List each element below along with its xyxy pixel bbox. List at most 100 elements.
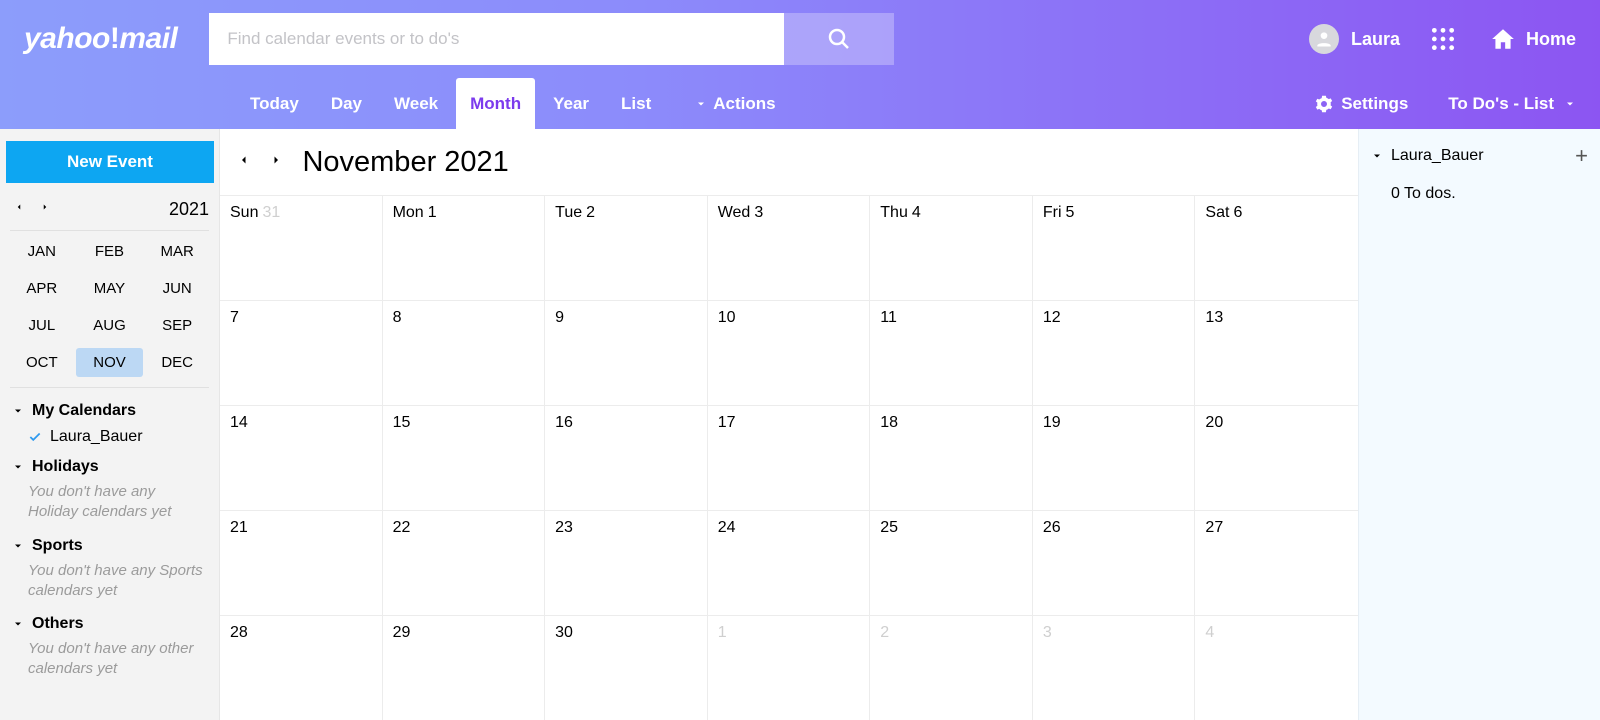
- todos-view-dropdown[interactable]: To Do's - List: [1448, 78, 1576, 129]
- tab-month-label: Month: [470, 94, 521, 114]
- day-cell[interactable]: 30: [545, 615, 708, 720]
- tab-week[interactable]: Week: [380, 78, 452, 129]
- day-cell[interactable]: 11: [870, 300, 1033, 405]
- day-cell[interactable]: Sun31: [220, 195, 383, 300]
- tab-day-label: Day: [331, 94, 362, 114]
- mini-month-aug[interactable]: AUG: [76, 311, 144, 340]
- home-label: Home: [1526, 29, 1576, 50]
- mini-month-sep[interactable]: SEP: [143, 311, 211, 340]
- tab-list[interactable]: List: [607, 78, 665, 129]
- day-cell[interactable]: 4: [1195, 615, 1358, 720]
- settings-button[interactable]: Settings: [1315, 78, 1408, 129]
- day-cell[interactable]: Tue2: [545, 195, 708, 300]
- search-input[interactable]: [209, 13, 784, 65]
- day-cell[interactable]: 9: [545, 300, 708, 405]
- next-month-button[interactable]: [262, 146, 290, 179]
- day-number: 5: [1066, 204, 1075, 221]
- day-cell[interactable]: 18: [870, 405, 1033, 510]
- mini-month-nov[interactable]: NOV: [76, 348, 144, 377]
- apps-grid-icon: [1430, 26, 1456, 52]
- home-button[interactable]: Home: [1490, 26, 1576, 52]
- weekday-label: Sat: [1205, 204, 1229, 221]
- day-cell[interactable]: 25: [870, 510, 1033, 615]
- day-cell[interactable]: 19: [1033, 405, 1196, 510]
- add-todo-button[interactable]: +: [1575, 145, 1588, 167]
- day-cell[interactable]: 1: [708, 615, 871, 720]
- day-cell[interactable]: 12: [1033, 300, 1196, 405]
- section-my-calendars[interactable]: My Calendars: [6, 394, 213, 424]
- chevron-left-icon: [238, 152, 250, 168]
- apps-button[interactable]: [1430, 26, 1456, 52]
- day-cell[interactable]: 14: [220, 405, 383, 510]
- day-cell[interactable]: 26: [1033, 510, 1196, 615]
- search-button[interactable]: [784, 13, 894, 65]
- section-sports[interactable]: Sports: [6, 529, 213, 559]
- home-icon: [1490, 26, 1516, 52]
- day-cell[interactable]: 28: [220, 615, 383, 720]
- calendar-grid: Sun31Mon1Tue2Wed3Thu4Fri5Sat678910111213…: [220, 195, 1358, 720]
- chevron-down-icon: [12, 618, 24, 630]
- brand-logo[interactable]: yahoo!mail: [24, 22, 177, 56]
- day-cell[interactable]: 23: [545, 510, 708, 615]
- mini-prev-button[interactable]: [10, 200, 28, 219]
- chevron-down-icon: [12, 405, 24, 417]
- section-title: Holidays: [32, 458, 99, 476]
- day-cell[interactable]: 27: [1195, 510, 1358, 615]
- tab-week-label: Week: [394, 94, 438, 114]
- chevron-down-icon: [12, 540, 24, 552]
- todo-list-header[interactable]: Laura_Bauer +: [1371, 145, 1588, 167]
- new-event-button[interactable]: New Event: [6, 141, 214, 183]
- day-cell[interactable]: Sat6: [1195, 195, 1358, 300]
- day-cell[interactable]: 21: [220, 510, 383, 615]
- tab-year[interactable]: Year: [539, 78, 603, 129]
- day-cell[interactable]: Mon1: [383, 195, 546, 300]
- section-holidays[interactable]: Holidays: [6, 450, 213, 480]
- day-cell[interactable]: 16: [545, 405, 708, 510]
- day-cell[interactable]: 20: [1195, 405, 1358, 510]
- tab-day[interactable]: Day: [317, 78, 376, 129]
- mini-month-apr[interactable]: APR: [8, 274, 76, 303]
- day-cell[interactable]: Wed3: [708, 195, 871, 300]
- mini-year-label[interactable]: 2021: [169, 199, 209, 220]
- day-cell[interactable]: 13: [1195, 300, 1358, 405]
- account-menu[interactable]: Laura: [1309, 24, 1400, 54]
- day-cell[interactable]: 15: [383, 405, 546, 510]
- tab-today[interactable]: Today: [236, 78, 313, 129]
- mini-month-may[interactable]: MAY: [76, 274, 144, 303]
- gear-icon: [1315, 95, 1333, 113]
- day-cell[interactable]: 8: [383, 300, 546, 405]
- mini-month-jul[interactable]: JUL: [8, 311, 76, 340]
- tab-month[interactable]: Month: [456, 78, 535, 129]
- todo-list-name: Laura_Bauer: [1391, 147, 1484, 165]
- day-cell[interactable]: 7: [220, 300, 383, 405]
- day-cell[interactable]: Fri5: [1033, 195, 1196, 300]
- tab-year-label: Year: [553, 94, 589, 114]
- brand-logo-text-b: mail: [119, 22, 177, 55]
- mini-month-mar[interactable]: MAR: [143, 237, 211, 266]
- mini-next-button[interactable]: [36, 200, 54, 219]
- day-cell[interactable]: 2: [870, 615, 1033, 720]
- mini-month-jan[interactable]: JAN: [8, 237, 76, 266]
- day-number: 10: [718, 309, 736, 326]
- mini-month-feb[interactable]: FEB: [76, 237, 144, 266]
- day-cell[interactable]: 22: [383, 510, 546, 615]
- prev-month-button[interactable]: [230, 146, 258, 179]
- mini-month-jun[interactable]: JUN: [143, 274, 211, 303]
- day-cell[interactable]: 29: [383, 615, 546, 720]
- calendar-item[interactable]: Laura_Bauer: [6, 424, 213, 450]
- day-cell[interactable]: 17: [708, 405, 871, 510]
- day-cell[interactable]: 3: [1033, 615, 1196, 720]
- day-cell[interactable]: 24: [708, 510, 871, 615]
- section-title: Sports: [32, 537, 83, 555]
- day-number: 1: [428, 204, 437, 221]
- search-bar: [209, 13, 894, 65]
- mini-month-oct[interactable]: OCT: [8, 348, 76, 377]
- calendar-title: November 2021: [302, 146, 508, 179]
- day-number: 17: [718, 414, 736, 431]
- day-cell[interactable]: Thu4: [870, 195, 1033, 300]
- day-number: 7: [230, 309, 239, 326]
- actions-menu[interactable]: Actions: [681, 78, 789, 129]
- section-others[interactable]: Others: [6, 607, 213, 637]
- mini-month-dec[interactable]: DEC: [143, 348, 211, 377]
- day-cell[interactable]: 10: [708, 300, 871, 405]
